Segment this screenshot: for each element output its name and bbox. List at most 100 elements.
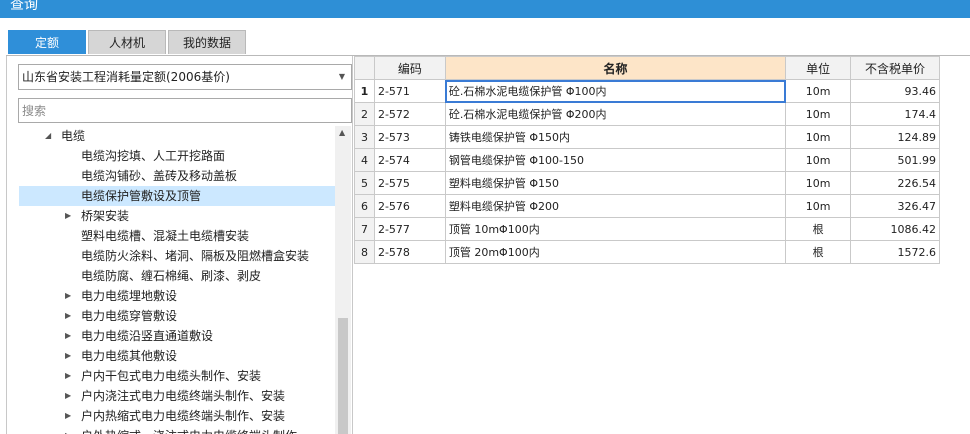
row-number[interactable]: 1 — [354, 79, 375, 103]
cell-unit[interactable]: 10m — [785, 102, 852, 126]
tree-item[interactable]: 电缆保护管敷设及顶管 — [19, 186, 335, 206]
cell-name[interactable]: 钢管电缆保护管 Φ100-150 — [444, 148, 787, 172]
column-header-unit[interactable]: 单位 — [785, 56, 852, 80]
table-row[interactable]: 5 2-575 塑料电缆保护管 Φ150 10m 226.54 — [354, 171, 940, 195]
cell-unit[interactable]: 10m — [785, 79, 852, 103]
row-number[interactable]: 2 — [354, 102, 375, 126]
column-header-name[interactable]: 名称 — [444, 56, 787, 80]
tree-item-label: 户外热缩式、浇注式电力电缆终端头制作 — [81, 426, 297, 434]
cell-name[interactable]: 顶管 10mΦ100内 — [444, 217, 787, 241]
triangle-collapsed-icon[interactable]: ▶ — [65, 346, 71, 366]
tree-item[interactable]: 电缆防火涂料、堵洞、隔板及阻燃槽盒安装 — [7, 246, 335, 266]
cell-price[interactable]: 326.47 — [850, 194, 940, 218]
triangle-collapsed-icon[interactable]: ▶ — [65, 406, 71, 426]
tree-scrollbar[interactable]: ▲ — [335, 126, 351, 434]
row-number[interactable]: 5 — [354, 171, 375, 195]
tree-item[interactable]: ◢ 电缆 — [7, 126, 335, 146]
tab-my-data[interactable]: 我的数据 — [168, 30, 246, 54]
tree-item[interactable]: ▶ 户内浇注式电力电缆终端头制作、安装 — [7, 386, 335, 406]
scrollbar-thumb[interactable] — [338, 318, 348, 434]
cell-name[interactable]: 塑料电缆保护管 Φ200 — [444, 194, 787, 218]
triangle-collapsed-icon[interactable]: ▶ — [65, 426, 71, 434]
cell-name[interactable]: 砼.石棉水泥电缆保护管 Φ100内 — [444, 79, 787, 103]
scroll-up-icon[interactable]: ▲ — [339, 128, 345, 137]
tree-item[interactable]: ▶ 户内热缩式电力电缆终端头制作、安装 — [7, 406, 335, 426]
table-row[interactable]: 2 2-572 砼.石棉水泥电缆保护管 Φ200内 10m 174.4 — [354, 102, 940, 126]
cell-name[interactable]: 顶管 20mΦ100内 — [444, 240, 787, 264]
cell-name[interactable]: 砼.石棉水泥电缆保护管 Φ200内 — [444, 102, 787, 126]
table-row[interactable]: 3 2-573 铸铁电缆保护管 Φ150内 10m 124.89 — [354, 125, 940, 149]
cell-price[interactable]: 1572.6 — [850, 240, 940, 264]
cell-price[interactable]: 1086.42 — [850, 217, 940, 241]
table-row[interactable]: 7 2-577 顶管 10mΦ100内根 1086.42 — [354, 217, 940, 241]
tree-item[interactable]: 电缆沟挖填、人工开挖路面 — [7, 146, 335, 166]
tab-labor-material-machine[interactable]: 人材机 — [88, 30, 166, 54]
tree-item-label: 电缆防火涂料、堵洞、隔板及阻燃槽盒安装 — [81, 249, 310, 263]
triangle-collapsed-icon[interactable]: ▶ — [65, 366, 71, 386]
table-row[interactable]: 6 2-576 塑料电缆保护管 Φ200 10m 326.47 — [354, 194, 940, 218]
tree-item[interactable]: ▶ 电力电缆穿管敷设 — [7, 306, 335, 326]
tree-item-label: 户内浇注式电力电缆终端头制作、安装 — [81, 389, 286, 403]
triangle-expanded-icon[interactable]: ◢ — [45, 126, 51, 146]
cell-unit[interactable]: 根 — [785, 217, 852, 241]
tree-item-label: 桥架安装 — [81, 209, 130, 223]
tree-item[interactable]: ▶ 户外热缩式、浇注式电力电缆终端头制作 — [7, 426, 335, 434]
tree-item[interactable]: ▶ 户内干包式电力电缆头制作、安装 — [7, 366, 335, 386]
tree-item-label: 电缆防腐、缠石棉绳、刷漆、剥皮 — [81, 269, 262, 283]
table-row[interactable]: 4 2-574 钢管电缆保护管 Φ100-150 10m 501.99 — [354, 148, 940, 172]
tree-item[interactable]: ▶ 桥架安装 — [7, 206, 335, 226]
row-number[interactable]: 3 — [354, 125, 375, 149]
cell-unit[interactable]: 根 — [785, 240, 852, 264]
tree-item[interactable]: 塑料电缆槽、混凝土电缆槽安装 — [7, 226, 335, 246]
cell-name[interactable]: 塑料电缆保护管 Φ150 — [444, 171, 787, 195]
table-row[interactable]: 1 2-571 砼.石棉水泥电缆保护管 Φ100内 10m 93.46 — [354, 79, 940, 103]
tab-quota[interactable]: 定额 — [8, 30, 86, 54]
triangle-collapsed-icon[interactable]: ▶ — [65, 206, 71, 226]
cell-unit[interactable]: 10m — [785, 171, 852, 195]
triangle-collapsed-icon[interactable]: ▶ — [65, 386, 71, 406]
cell-code[interactable]: 2-572 — [373, 102, 446, 126]
cell-price[interactable]: 124.89 — [850, 125, 940, 149]
column-header-code[interactable]: 编码 — [373, 56, 446, 80]
row-number-header — [354, 56, 375, 80]
search-input[interactable] — [18, 98, 352, 123]
cell-code[interactable]: 2-571 — [373, 79, 446, 103]
cell-price[interactable]: 226.54 — [850, 171, 940, 195]
triangle-collapsed-icon[interactable]: ▶ — [65, 306, 71, 326]
chevron-down-icon[interactable]: ▼ — [339, 65, 345, 89]
cell-code[interactable]: 2-575 — [373, 171, 446, 195]
tree-item-label: 电力电缆穿管敷设 — [81, 309, 178, 323]
category-tree: ◢ 电缆 电缆沟挖填、人工开挖路面 电缆沟铺砂、盖砖及移动盖板 电缆保护管敷设及顶管 ▶ 桥… — [7, 126, 335, 434]
cell-unit[interactable]: 10m — [785, 148, 852, 172]
cell-price[interactable]: 501.99 — [850, 148, 940, 172]
quota-library-select[interactable]: 山东省安装工程消耗量定额(2006基价) ▼ — [18, 64, 352, 90]
tab-bar: 定额 人材机 我的数据 — [0, 18, 970, 56]
tree-item-label: 电力电缆其他敷设 — [81, 349, 178, 363]
tree-item[interactable]: ▶ 电力电缆沿竖直通道敷设 — [7, 326, 335, 346]
tree-item-label: 户内热缩式电力电缆终端头制作、安装 — [81, 409, 286, 423]
row-number[interactable]: 6 — [354, 194, 375, 218]
tree-item[interactable]: ▶ 电力电缆其他敷设 — [7, 346, 335, 366]
row-number[interactable]: 4 — [354, 148, 375, 172]
row-number[interactable]: 7 — [354, 217, 375, 241]
tree-item[interactable]: ▶ 电力电缆埋地敷设 — [7, 286, 335, 306]
row-number[interactable]: 8 — [354, 240, 375, 264]
cell-code[interactable]: 2-573 — [373, 125, 446, 149]
cell-code[interactable]: 2-574 — [373, 148, 446, 172]
triangle-collapsed-icon[interactable]: ▶ — [65, 286, 71, 306]
cell-code[interactable]: 2-577 — [373, 217, 446, 241]
cell-name[interactable]: 铸铁电缆保护管 Φ150内 — [444, 125, 787, 149]
triangle-collapsed-icon[interactable]: ▶ — [65, 326, 71, 346]
cell-unit[interactable]: 10m — [785, 125, 852, 149]
cell-price[interactable]: 174.4 — [850, 102, 940, 126]
tree-item[interactable]: 电缆防腐、缠石棉绳、刷漆、剥皮 — [7, 266, 335, 286]
cell-unit[interactable]: 10m — [785, 194, 852, 218]
cell-price[interactable]: 93.46 — [850, 79, 940, 103]
table-row[interactable]: 8 2-578 顶管 20mΦ100内根 1572.6 — [354, 240, 940, 264]
cell-code[interactable]: 2-578 — [373, 240, 446, 264]
column-header-price[interactable]: 不含税单价 — [850, 56, 940, 80]
tree-item-label: 电缆 — [61, 129, 86, 143]
tree-item[interactable]: 电缆沟铺砂、盖砖及移动盖板 — [7, 166, 335, 186]
tree-item-label: 电力电缆沿竖直通道敷设 — [81, 329, 214, 343]
cell-code[interactable]: 2-576 — [373, 194, 446, 218]
